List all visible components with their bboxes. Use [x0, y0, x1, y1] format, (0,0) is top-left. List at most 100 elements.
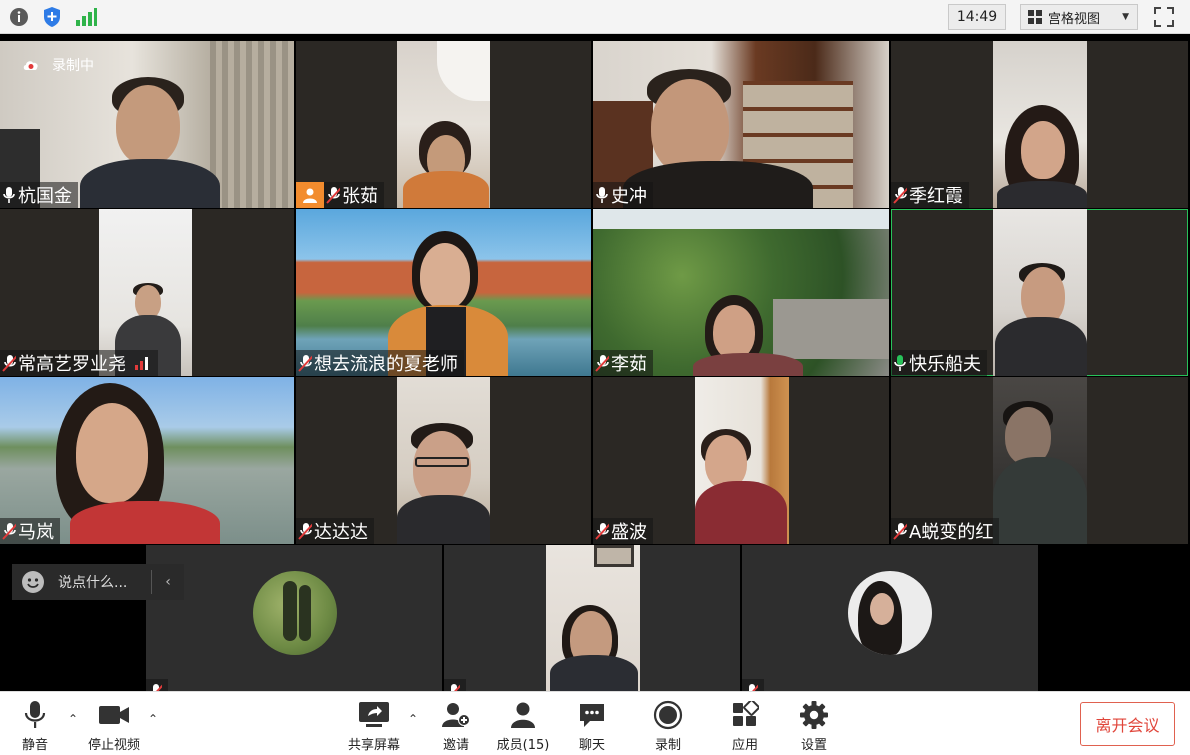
microphone-icon — [23, 700, 47, 730]
mic-muted-icon — [298, 355, 312, 372]
stop-video-label: 停止视频 — [87, 738, 140, 753]
video-tile[interactable]: 录制中 杭国金 — [0, 41, 294, 208]
recording-indicator: 录制中 — [22, 55, 94, 75]
video-feed — [993, 377, 1087, 544]
share-options-chevron-icon[interactable]: ⌃ — [408, 712, 418, 726]
participant-namebar: 达达达 — [296, 518, 374, 544]
participant-name: 马岚 — [18, 522, 54, 543]
mic-muted-icon — [893, 187, 907, 204]
participant-namebar: 李茹 — [593, 350, 653, 376]
mic-icon — [3, 187, 15, 203]
mute-options-chevron-icon[interactable]: ⌃ — [68, 712, 78, 726]
video-tile[interactable]: 张茹 — [296, 41, 591, 208]
avatar — [848, 571, 932, 655]
video-tile[interactable] — [742, 545, 1038, 691]
video-camera-icon — [98, 700, 130, 730]
video-feed — [546, 545, 640, 691]
chat-label: 聊天 — [578, 738, 605, 753]
video-feed — [397, 377, 490, 544]
video-feed — [695, 377, 789, 544]
cloud-record-icon — [23, 61, 38, 70]
participant-name: 杭国金 — [18, 186, 72, 207]
video-tile[interactable]: 想去流浪的夏老师 — [296, 209, 591, 376]
record-button[interactable]: 录制 — [633, 700, 703, 753]
fullscreen-icon[interactable] — [1152, 5, 1176, 29]
record-label: 录制 — [654, 738, 681, 753]
mic-muted-icon — [449, 684, 460, 691]
mic-muted-icon — [595, 355, 609, 372]
info-icon[interactable] — [7, 5, 31, 29]
participant-name: 盛波 — [611, 522, 647, 543]
leave-meeting-button[interactable]: 离开会议 — [1080, 702, 1175, 746]
avatar — [253, 571, 337, 655]
recording-label: 录制中 — [52, 58, 94, 74]
participant-name: 常高艺罗业尧 — [18, 354, 126, 375]
participant-namebar: 张茹 — [324, 182, 384, 208]
video-tile[interactable]: 马岚 — [0, 377, 294, 544]
grid-view-icon — [1028, 10, 1042, 24]
mic-muted-icon — [893, 523, 907, 540]
participant-name: A蜕变的红 — [909, 522, 994, 543]
apps-button[interactable]: 应用 — [710, 700, 780, 753]
mic-muted-icon — [151, 684, 162, 691]
chat-placeholder: 说点什么... — [58, 575, 128, 591]
chevron-down-icon: ▼ — [1122, 12, 1129, 22]
meeting-clock: 14:49 — [948, 4, 1006, 30]
participant-namebar: 季红霞 — [891, 182, 969, 208]
participant-name: 快乐船夫 — [909, 354, 981, 375]
invite-button[interactable]: 邀请 — [421, 700, 491, 753]
share-screen-button[interactable]: 共享屏幕 — [339, 700, 409, 753]
video-feed — [993, 41, 1087, 208]
participant-namebar: 杭国金 — [0, 182, 78, 208]
video-tile-active-speaker[interactable]: 快乐船夫 — [891, 209, 1188, 376]
apps-icon — [731, 700, 759, 730]
video-tile[interactable] — [146, 545, 442, 691]
video-tile[interactable]: 达达达 — [296, 377, 591, 544]
mic-muted-icon — [2, 355, 16, 372]
settings-button[interactable]: 设置 — [779, 700, 849, 753]
video-tile[interactable]: 史冲 — [593, 41, 889, 208]
video-tile[interactable]: 盛波 — [593, 377, 889, 544]
user-icon — [303, 188, 317, 203]
chat-bubble-icon — [578, 700, 606, 730]
chat-button[interactable]: 聊天 — [557, 700, 627, 753]
video-tile[interactable]: 李茹 — [593, 209, 889, 376]
video-options-chevron-icon[interactable]: ⌃ — [148, 712, 158, 726]
avatar-badge — [296, 182, 324, 208]
shield-icon[interactable] — [40, 5, 64, 29]
video-tile[interactable]: A蜕变的红 — [891, 377, 1188, 544]
settings-label: 设置 — [800, 738, 827, 753]
top-bar: 14:49 宫格视图 ▼ — [0, 0, 1190, 34]
share-screen-icon — [358, 700, 390, 730]
participant-name: 达达达 — [314, 522, 368, 543]
mute-label: 静音 — [21, 738, 48, 753]
stop-video-button[interactable]: 停止视频 — [79, 700, 149, 753]
meeting-toolbar: 静音 ⌃ 停止视频 ⌃ 共享屏幕 ⌃ 邀请 成员(15) 聊天 录制 应用 设置… — [0, 691, 1190, 755]
video-feed — [397, 41, 490, 208]
participant-namebar-cropped — [742, 679, 764, 691]
members-label: 成员(15) — [496, 738, 550, 753]
participant-namebar: 快乐船夫 — [891, 350, 987, 376]
participant-namebar-cropped — [146, 679, 168, 691]
chat-quick-input[interactable]: 说点什么... ‹ — [12, 564, 184, 600]
video-tile[interactable] — [444, 545, 740, 691]
signal-icon[interactable] — [74, 5, 98, 29]
participant-namebar: 想去流浪的夏老师 — [296, 350, 464, 376]
mic-icon — [596, 187, 608, 203]
add-user-icon — [441, 700, 471, 730]
video-feed — [993, 209, 1087, 376]
gear-icon — [799, 700, 829, 730]
participant-name: 李茹 — [611, 354, 647, 375]
view-selector[interactable]: 宫格视图 ▼ — [1020, 4, 1138, 30]
participant-namebar: 盛波 — [593, 518, 653, 544]
members-button[interactable]: 成员(15) — [488, 700, 558, 753]
participant-name: 史冲 — [611, 186, 647, 207]
collapse-chevron-icon[interactable]: ‹ — [152, 574, 184, 590]
participant-name: 季红霞 — [909, 186, 963, 207]
emoji-icon[interactable] — [22, 571, 44, 593]
mute-button[interactable]: 静音 — [0, 700, 70, 753]
video-tile[interactable]: 季红霞 — [891, 41, 1188, 208]
participant-namebar: 常高艺罗业尧 — [0, 350, 158, 376]
weak-signal-icon — [135, 357, 148, 370]
video-tile[interactable]: 常高艺罗业尧 — [0, 209, 294, 376]
